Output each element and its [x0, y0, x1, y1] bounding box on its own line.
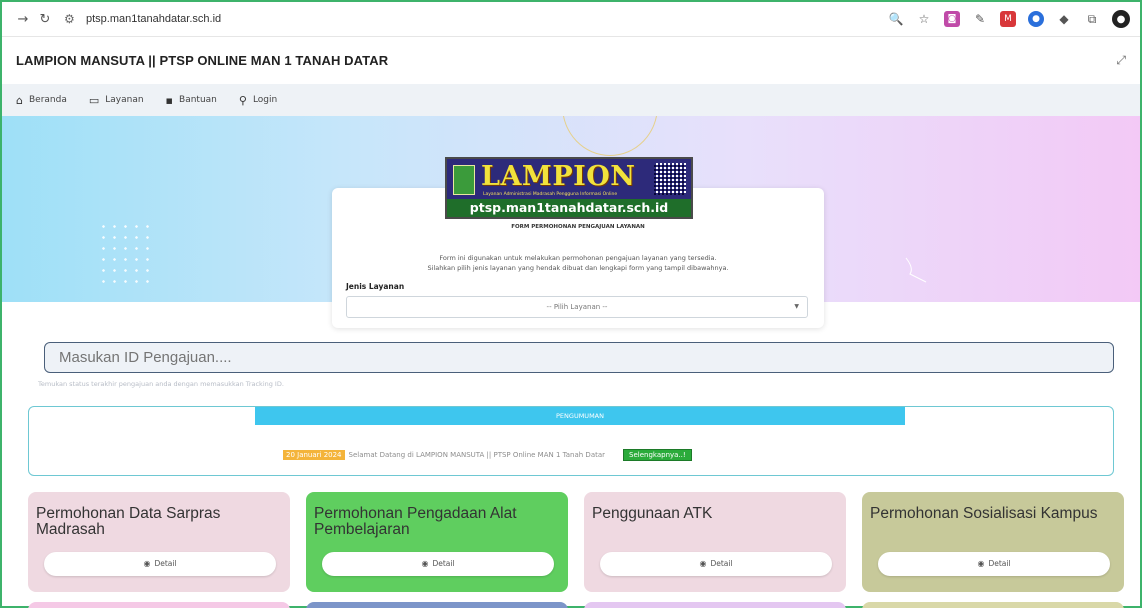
select-value: -- Pilih Layanan -- — [546, 303, 608, 311]
site-info-icon[interactable]: ⚙ — [64, 12, 82, 26]
service-card-title: Permohonan Sosialisasi Kampus — [870, 505, 1098, 522]
browser-toolbar: → ↻ ⚙ ptsp.man1tanahdatar.sch.id 🔍 ☆ ◙ ✎… — [2, 2, 1140, 36]
logo-subtitle: Layanan Administrasi Madrasah Pengguna I… — [483, 192, 618, 197]
nav-item-label: Beranda — [28, 95, 67, 105]
zoom-icon[interactable]: 🔍 — [888, 11, 904, 27]
extension-icon[interactable]: ✎ — [972, 11, 988, 27]
main-nav: ⌂ Beranda ▭ Layanan ▪ Bantuan ⚲ Login — [2, 84, 1140, 116]
jenis-layanan-label: Jenis Layanan — [346, 282, 405, 291]
browser-actions: 🔍 ☆ ◙ ✎ M ● ◆ ⧉ ● — [888, 10, 1130, 28]
expand-icon[interactable]: ⤢ — [1116, 53, 1126, 68]
form-description: Silahkan pilih jenis layanan yang hendak… — [427, 264, 729, 272]
extension-icon[interactable]: ● — [1028, 11, 1044, 27]
detail-button[interactable]: ◉ Detail — [44, 552, 276, 576]
service-card — [28, 602, 290, 608]
eye-icon: ◉ — [143, 559, 151, 568]
extension-icon[interactable]: ◙ — [944, 11, 960, 27]
read-more-button[interactable]: Selengkapnya..! — [623, 449, 692, 461]
reload-icon[interactable]: ↻ — [34, 12, 56, 27]
eye-icon: ◉ — [977, 559, 985, 568]
service-card-title: Permohonan Data Sarpras Madrasah — [36, 505, 221, 538]
address-bar[interactable]: ptsp.man1tanahdatar.sch.id — [86, 13, 221, 25]
service-card: Penggunaan ATK ◉ Detail — [584, 492, 846, 592]
announcement-panel: PENGUMUMAN 20 Januari 2024 Selamat Datan… — [28, 406, 1114, 476]
nav-item-login[interactable]: ⚲ Login — [239, 94, 277, 107]
detail-button[interactable]: ◉ Detail — [322, 552, 554, 576]
eye-icon: ◉ — [699, 559, 707, 568]
detail-label: Detail — [432, 559, 455, 568]
laptop-icon: ▭ — [88, 93, 100, 107]
nav-item-layanan[interactable]: ▭ Layanan — [89, 94, 144, 107]
lampion-logo: LAMPION Layanan Administrasi Madrasah Pe… — [445, 157, 693, 219]
announcement-date-badge: 20 Januari 2024 — [283, 450, 345, 460]
chevron-down-icon: ▼ — [794, 303, 799, 310]
decorative-dots — [98, 221, 154, 291]
service-card-title: Penggunaan ATK — [592, 505, 713, 522]
service-card — [862, 602, 1124, 608]
service-card-title: Permohonan Pengadaan Alat Pembelajaran — [314, 505, 517, 538]
announcement-item: 20 Januari 2024 Selamat Datang di LAMPIO… — [283, 449, 692, 461]
tracking-id-input[interactable] — [44, 342, 1114, 373]
detail-label: Detail — [154, 559, 177, 568]
nav-item-label: Layanan — [105, 95, 144, 105]
service-card: Permohonan Data Sarpras Madrasah ◉ Detail — [28, 492, 290, 592]
detail-button[interactable]: ◉ Detail — [878, 552, 1110, 576]
bookmark-star-icon[interactable]: ☆ — [916, 11, 932, 27]
detail-label: Detail — [988, 559, 1011, 568]
back-icon[interactable]: → — [12, 12, 34, 27]
announcement-header: PENGUMUMAN — [255, 407, 905, 425]
service-card — [306, 602, 568, 608]
form-description: Form ini digunakan untuk melakukan permo… — [439, 254, 717, 262]
logo-url: ptsp.man1tanahdatar.sch.id — [447, 199, 691, 217]
nav-item-label: Login — [252, 95, 278, 105]
extension-icon[interactable]: ◆ — [1056, 11, 1072, 27]
site-title: LAMPION MANSUTA || PTSP ONLINE MAN 1 TAN… — [16, 53, 389, 68]
user-icon: ⚲ — [238, 93, 247, 107]
eye-icon: ◉ — [421, 559, 429, 568]
announcement-text: Selamat Datang di LAMPION MANSUTA || PTS… — [348, 451, 606, 459]
qr-code-icon — [654, 163, 686, 195]
extension-icon[interactable]: M — [1000, 11, 1016, 27]
logo-word: LAMPION — [481, 161, 636, 192]
search-help-text: Temukan status terakhir pengajuan anda d… — [38, 380, 284, 388]
home-icon: ⌂ — [16, 93, 23, 107]
nav-item-bantuan[interactable]: ▪ Bantuan — [166, 94, 217, 107]
form-title: FORM PERMOHONAN PENGAJUAN LAYANAN — [511, 224, 645, 230]
detail-label: Detail — [710, 559, 733, 568]
extensions-puzzle-icon[interactable]: ⧉ — [1084, 11, 1100, 27]
nav-item-label: Bantuan — [179, 95, 217, 105]
profile-avatar-icon[interactable]: ● — [1112, 10, 1130, 28]
decorative-squiggle — [905, 257, 927, 283]
service-card: Permohonan Pengadaan Alat Pembelajaran ◉… — [306, 492, 568, 592]
jenis-layanan-select[interactable]: -- Pilih Layanan -- ▼ — [346, 296, 808, 318]
site-header: LAMPION MANSUTA || PTSP ONLINE MAN 1 TAN… — [2, 36, 1140, 84]
service-request-form: LAMPION Layanan Administrasi Madrasah Pe… — [332, 157, 824, 328]
service-card — [584, 602, 846, 608]
help-icon: ▪ — [165, 93, 174, 107]
decorative-arc — [562, 116, 658, 156]
madrasah-emblem-icon — [453, 165, 475, 195]
service-card: Permohonan Sosialisasi Kampus ◉ Detail — [862, 492, 1124, 592]
detail-button[interactable]: ◉ Detail — [600, 552, 832, 576]
nav-item-beranda[interactable]: ⌂ Beranda — [16, 94, 67, 107]
